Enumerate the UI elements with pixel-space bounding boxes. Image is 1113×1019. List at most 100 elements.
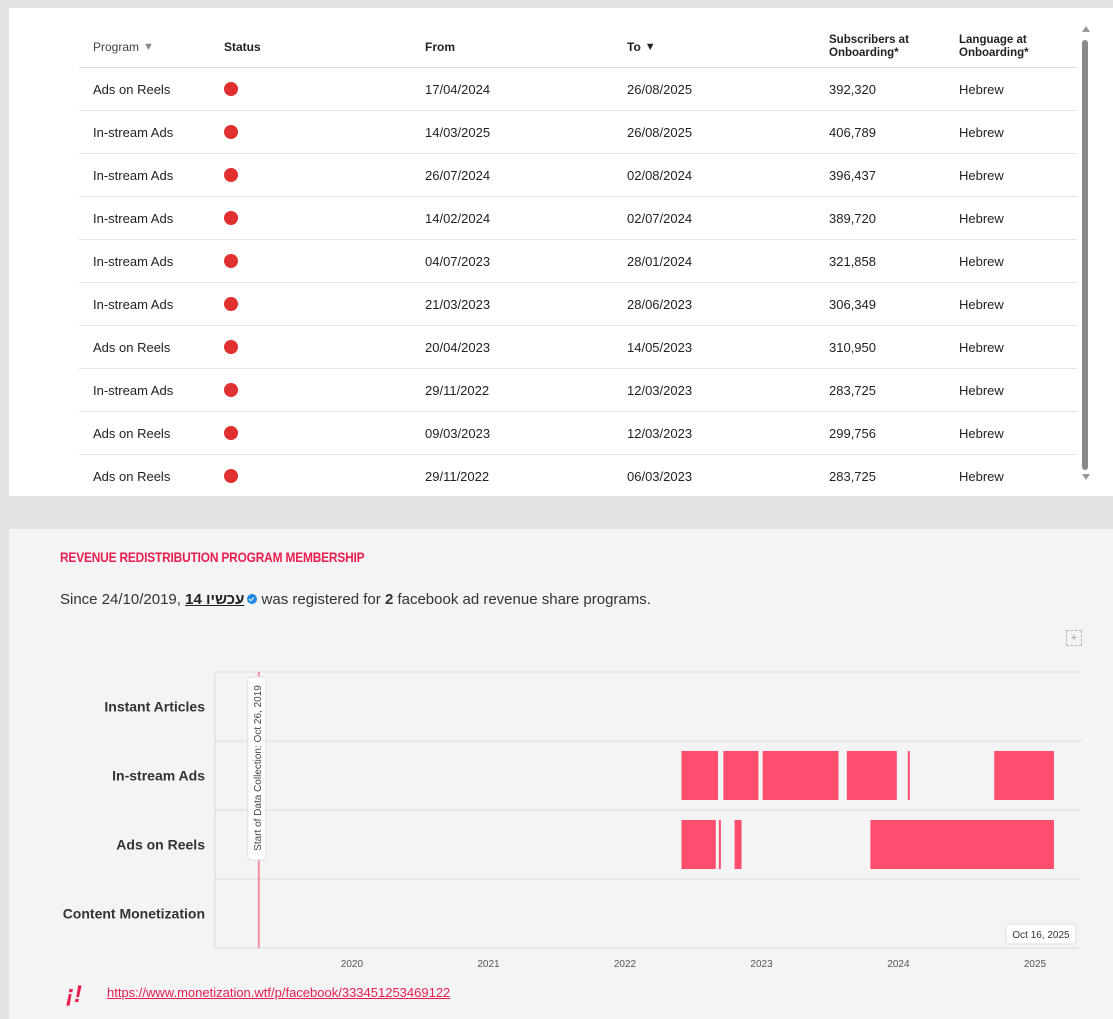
cell-program: In-stream Ads (93, 296, 174, 312)
status-dot-icon (224, 383, 238, 397)
category-label: In-stream Ads (112, 768, 205, 784)
monetization-logo-icon: ¡! (66, 981, 82, 1008)
cell-status (224, 283, 238, 325)
triangle-down-icon: ▼ (644, 40, 656, 53)
table-row: In-stream Ads 26/07/2024 02/08/2024 396,437… (79, 154, 1077, 197)
cell-program: Ads on Reels (93, 81, 171, 97)
cell-to: 26/08/2025 (627, 81, 693, 97)
membership-timeline-chart: Instant Articles In-stream Ads Ads on Reel… (63, 671, 1081, 970)
table-row: In-stream Ads 14/02/2024 02/07/2024 389,720… (79, 197, 1077, 240)
table-header-row: Program ▼ Status From To ▼ Subscribers a… (79, 26, 1077, 68)
cell-to: 12/03/2023 (627, 382, 693, 398)
cell-status (224, 111, 238, 153)
x-tick-label: 2022 (614, 959, 637, 970)
table-row: In-stream Ads 21/03/2023 28/06/2023 306,349… (79, 283, 1077, 326)
category-label: Ads on Reels (116, 837, 205, 853)
status-dot-icon (224, 297, 238, 311)
cell-language: Hebrew (959, 81, 1004, 97)
marker-label: Start of Data Collection: Oct 26, 2019 (253, 685, 264, 851)
cell-program: In-stream Ads (93, 210, 174, 226)
x-tick-label: 2021 (477, 959, 500, 970)
table-row: Ads on Reels 09/03/2023 12/03/2023 299,756 H… (79, 412, 1077, 455)
cell-subscribers: 389,720 (829, 210, 876, 226)
cell-to: 02/07/2024 (627, 210, 693, 226)
table-row: Ads on Reels 17/04/2024 26/08/2025 392,320 H… (79, 68, 1077, 111)
status-dot-icon (224, 125, 238, 139)
scroll-down-icon[interactable] (1082, 474, 1090, 480)
x-tick-label: 2020 (341, 959, 364, 970)
x-tick-label: 2024 (887, 959, 910, 970)
status-dot-icon (224, 82, 238, 96)
cell-to: 12/03/2023 (627, 425, 693, 441)
cell-program: Ads on Reels (93, 425, 171, 441)
cell-language: Hebrew (959, 124, 1004, 140)
status-dot-icon (224, 426, 238, 440)
column-header-language[interactable]: Language at Onboarding* (959, 26, 1049, 67)
programs-table-panel: Program ▼ Status From To ▼ Subscribers a… (9, 8, 1113, 498)
table-row: Ads on Reels 29/11/2022 06/03/2023 283,725 H… (79, 455, 1077, 498)
cell-language: Hebrew (959, 167, 1004, 183)
cell-to: 14/05/2023 (627, 339, 693, 355)
cell-program: In-stream Ads (93, 167, 174, 183)
table-scrollbar[interactable] (1079, 18, 1095, 488)
cell-subscribers: 283,725 (829, 382, 876, 398)
cell-language: Hebrew (959, 425, 1004, 441)
cell-subscribers: 396,437 (829, 167, 876, 183)
table-row: Ads on Reels 20/04/2023 14/05/2023 310,950 H… (79, 326, 1077, 369)
cell-status (224, 369, 238, 411)
membership-panel: REVENUE REDISTRIBUTION PROGRAM MEMBERSHI… (9, 529, 1113, 1019)
status-dot-icon (224, 469, 238, 483)
column-header-subscribers[interactable]: Subscribers at Onboarding* (829, 26, 929, 67)
cell-status (224, 412, 238, 454)
cell-language: Hebrew (959, 210, 1004, 226)
cell-status (224, 455, 238, 497)
cell-language: Hebrew (959, 339, 1004, 355)
cell-to: 26/08/2025 (627, 124, 693, 140)
timeline-bar (870, 820, 1054, 869)
column-header-status[interactable]: Status (224, 26, 261, 67)
cell-from: 21/03/2023 (425, 296, 491, 312)
triangle-down-icon: ▼ (143, 40, 154, 53)
source-link[interactable]: https://www.monetization.wtf/p/facebook/… (107, 985, 450, 1000)
cell-subscribers: 392,320 (829, 81, 876, 97)
status-dot-icon (224, 211, 238, 225)
cell-program: Ads on Reels (93, 339, 171, 355)
cell-to: 28/06/2023 (627, 296, 693, 312)
cell-status (224, 68, 238, 110)
timeline-bar (846, 751, 897, 800)
cell-from: 04/07/2023 (425, 253, 491, 269)
end-date-label: Oct 16, 2025 (1012, 930, 1070, 941)
cell-from: 29/11/2022 (425, 382, 490, 398)
cell-subscribers: 283,725 (829, 468, 876, 484)
cell-program: In-stream Ads (93, 253, 174, 269)
scroll-up-icon[interactable] (1082, 26, 1090, 32)
cell-from: 09/03/2023 (425, 425, 491, 441)
cell-subscribers: 306,349 (829, 296, 876, 312)
cell-language: Hebrew (959, 382, 1004, 398)
cell-subscribers: 299,756 (829, 425, 876, 441)
table-row: In-stream Ads 14/03/2025 26/08/2025 406,789… (79, 111, 1077, 154)
column-header-program[interactable]: Program ▼ (93, 26, 154, 67)
column-header-from[interactable]: From (425, 26, 455, 67)
cell-to: 06/03/2023 (627, 468, 693, 484)
x-tick-label: 2023 (750, 959, 773, 970)
cell-subscribers: 310,950 (829, 339, 876, 355)
cell-status (224, 326, 238, 368)
cell-status (224, 197, 238, 239)
timeline-bar (734, 820, 742, 869)
cell-program: In-stream Ads (93, 382, 174, 398)
cell-status (224, 240, 238, 282)
cell-status (224, 154, 238, 196)
table-body: Ads on Reels 17/04/2024 26/08/2025 392,320 H… (79, 68, 1077, 498)
cell-subscribers: 406,789 (829, 124, 876, 140)
category-label: Instant Articles (104, 699, 205, 715)
cell-from: 20/04/2023 (425, 339, 491, 355)
cell-from: 26/07/2024 (425, 167, 491, 183)
cell-language: Hebrew (959, 253, 1004, 269)
cell-program: In-stream Ads (93, 124, 174, 140)
cell-language: Hebrew (959, 296, 1004, 312)
cell-from: 14/03/2025 (425, 124, 491, 140)
timeline-bar (681, 751, 719, 800)
scrollbar-thumb[interactable] (1082, 40, 1088, 470)
column-header-to[interactable]: To ▼ (627, 26, 656, 67)
